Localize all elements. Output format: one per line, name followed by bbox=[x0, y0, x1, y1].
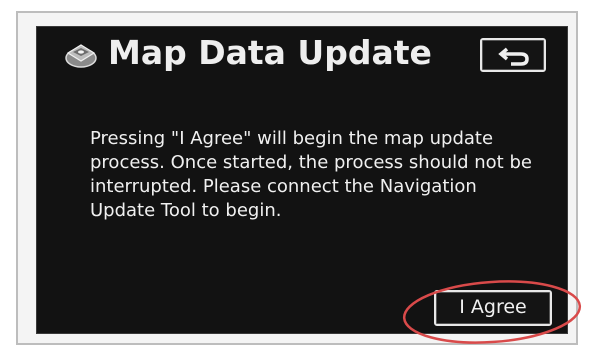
i-agree-button[interactable]: I Agree bbox=[434, 290, 552, 326]
photo-frame: Map Data Update Pressing "I Agree" will … bbox=[0, 0, 595, 362]
back-button[interactable] bbox=[480, 38, 546, 72]
update-message: Pressing "I Agree" will begin the map up… bbox=[90, 128, 532, 221]
map-disc-icon bbox=[64, 39, 98, 69]
page-title: Map Data Update bbox=[108, 33, 432, 72]
